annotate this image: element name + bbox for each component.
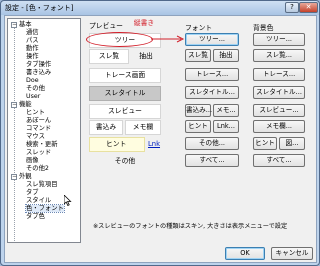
tree-item-other2[interactable]: その他2	[26, 165, 49, 172]
font-extract-button[interactable]: 抽出	[213, 49, 239, 62]
tree-item-behavior[interactable]: 動作	[26, 45, 39, 52]
window-title: 設定 - [色・フォント]	[5, 4, 74, 12]
preview-thread-title: スレタイトル	[89, 86, 161, 101]
bg-thread-view-button[interactable]: スレビュー...	[253, 104, 305, 117]
tree-item-mouse[interactable]: マウス	[26, 133, 45, 140]
font-trace-button[interactable]: トレース...	[185, 68, 239, 81]
settings-tree[interactable]: − 基本 通信 パス 動作 操作 タブ操作 書き込み Doe その他 User …	[7, 18, 81, 243]
bg-trace-button[interactable]: トレース...	[253, 68, 305, 81]
preview-memo: メモ欄	[125, 120, 161, 135]
tree-item-operation[interactable]: 操作	[26, 53, 39, 60]
tree-item-tab-color[interactable]: タブ色	[26, 213, 45, 220]
cancel-button[interactable]: キャンセル	[271, 247, 313, 260]
expander-appearance[interactable]: −	[11, 174, 17, 180]
help-button[interactable]: ?	[285, 2, 299, 13]
tree-item-command[interactable]: コマンド	[26, 125, 51, 132]
font-note: ※スレビューのフォントの種類はスキン, 大きさは表示メニューで設定	[93, 223, 288, 230]
tree-item-other[interactable]: その他	[26, 85, 45, 92]
bg-tree-button[interactable]: ツリー...	[253, 33, 305, 46]
highlight-ellipse	[86, 32, 153, 47]
bg-thread-title-button[interactable]: スレタイトル...	[253, 86, 305, 99]
ok-button[interactable]: OK	[225, 247, 265, 260]
tree-item-style[interactable]: スタイル	[26, 197, 51, 204]
tree-item-thread-list-fields[interactable]: スレ覧項目	[26, 181, 57, 188]
bg-picture-button[interactable]: 図...	[279, 137, 305, 150]
tree-item-path[interactable]: パス	[26, 37, 39, 44]
preview-link-text: Lnk	[147, 140, 161, 148]
expander-function[interactable]: −	[11, 102, 17, 108]
preview-write: 書込み	[89, 120, 123, 135]
tree-item-appearance[interactable]: 外観	[19, 173, 32, 180]
font-write-button[interactable]: 書込み...	[185, 104, 212, 117]
tree-item-doe[interactable]: Doe	[26, 77, 39, 84]
preview-other: その他	[114, 157, 136, 165]
bg-thread-list-button[interactable]: スレ覧...	[253, 49, 305, 62]
font-other-button[interactable]: その他...	[185, 137, 239, 150]
font-all-button[interactable]: すべて...	[185, 154, 239, 167]
red-arrow-icon	[151, 35, 185, 43]
title-bar: 設定 - [色・フォント] ? ✕	[1, 1, 319, 14]
settings-window: 設定 - [色・フォント] ? ✕ − 基本 通信 パス 動作 操作 タブ操作 …	[0, 0, 320, 266]
tree-item-thread[interactable]: スレッド	[26, 149, 51, 156]
tree-item-user[interactable]: User	[26, 93, 40, 100]
font-thread-title-button[interactable]: スレタイトル...	[185, 86, 239, 99]
tree-item-tab[interactable]: タブ	[26, 189, 39, 196]
dialog-client: − 基本 通信 パス 動作 操作 タブ操作 書き込み Doe その他 User …	[4, 15, 317, 263]
preview-hint: ヒント	[89, 137, 145, 152]
tree-guide-line	[14, 28, 15, 242]
font-tree-button[interactable]: ツリー...	[185, 33, 239, 46]
expander-basic[interactable]: −	[11, 22, 17, 28]
tree-item-abon[interactable]: あぼーん	[26, 117, 51, 124]
preview-link: Lnk	[145, 137, 163, 152]
preview-header: プレビュー	[89, 22, 123, 30]
tree-item-comm[interactable]: 通信	[26, 29, 39, 36]
font-link-button[interactable]: Lnk...	[213, 120, 239, 133]
preview-thread-list: スレ覧	[89, 49, 129, 64]
bg-all-button[interactable]: すべて...	[253, 154, 305, 167]
font-memo-button[interactable]: メモ...	[213, 104, 239, 117]
tree-item-function[interactable]: 機能	[19, 101, 32, 108]
preview-vertical-title: 縦書き	[133, 19, 155, 27]
close-button[interactable]: ✕	[299, 2, 318, 13]
tree-item-color-font[interactable]: 色・フォント	[25, 204, 65, 213]
bg-hint-button[interactable]: ヒント	[253, 137, 277, 150]
preview-thread-view: スレビュー	[89, 104, 161, 119]
font-hint-button[interactable]: ヒント	[185, 120, 211, 133]
mouse-cursor-icon	[64, 195, 72, 206]
tree-item-search-update[interactable]: 検索・更新	[26, 141, 57, 148]
font-thread-list-button[interactable]: スレ覧	[185, 49, 211, 62]
bgcolor-header: 背景色	[253, 24, 274, 32]
font-header: フォント	[185, 24, 213, 32]
tree-item-writing[interactable]: 書き込み	[26, 69, 51, 76]
tree-item-image[interactable]: 画像	[26, 157, 39, 164]
preview-extract: 抽出	[139, 52, 153, 60]
bg-memo-button[interactable]: メモ欄...	[253, 120, 305, 133]
tree-item-basic[interactable]: 基本	[19, 21, 32, 28]
preview-trace-screen: トレース画面	[89, 68, 161, 83]
tree-item-hint[interactable]: ヒント	[26, 109, 45, 116]
tree-item-tab-operation[interactable]: タブ操作	[26, 61, 51, 68]
